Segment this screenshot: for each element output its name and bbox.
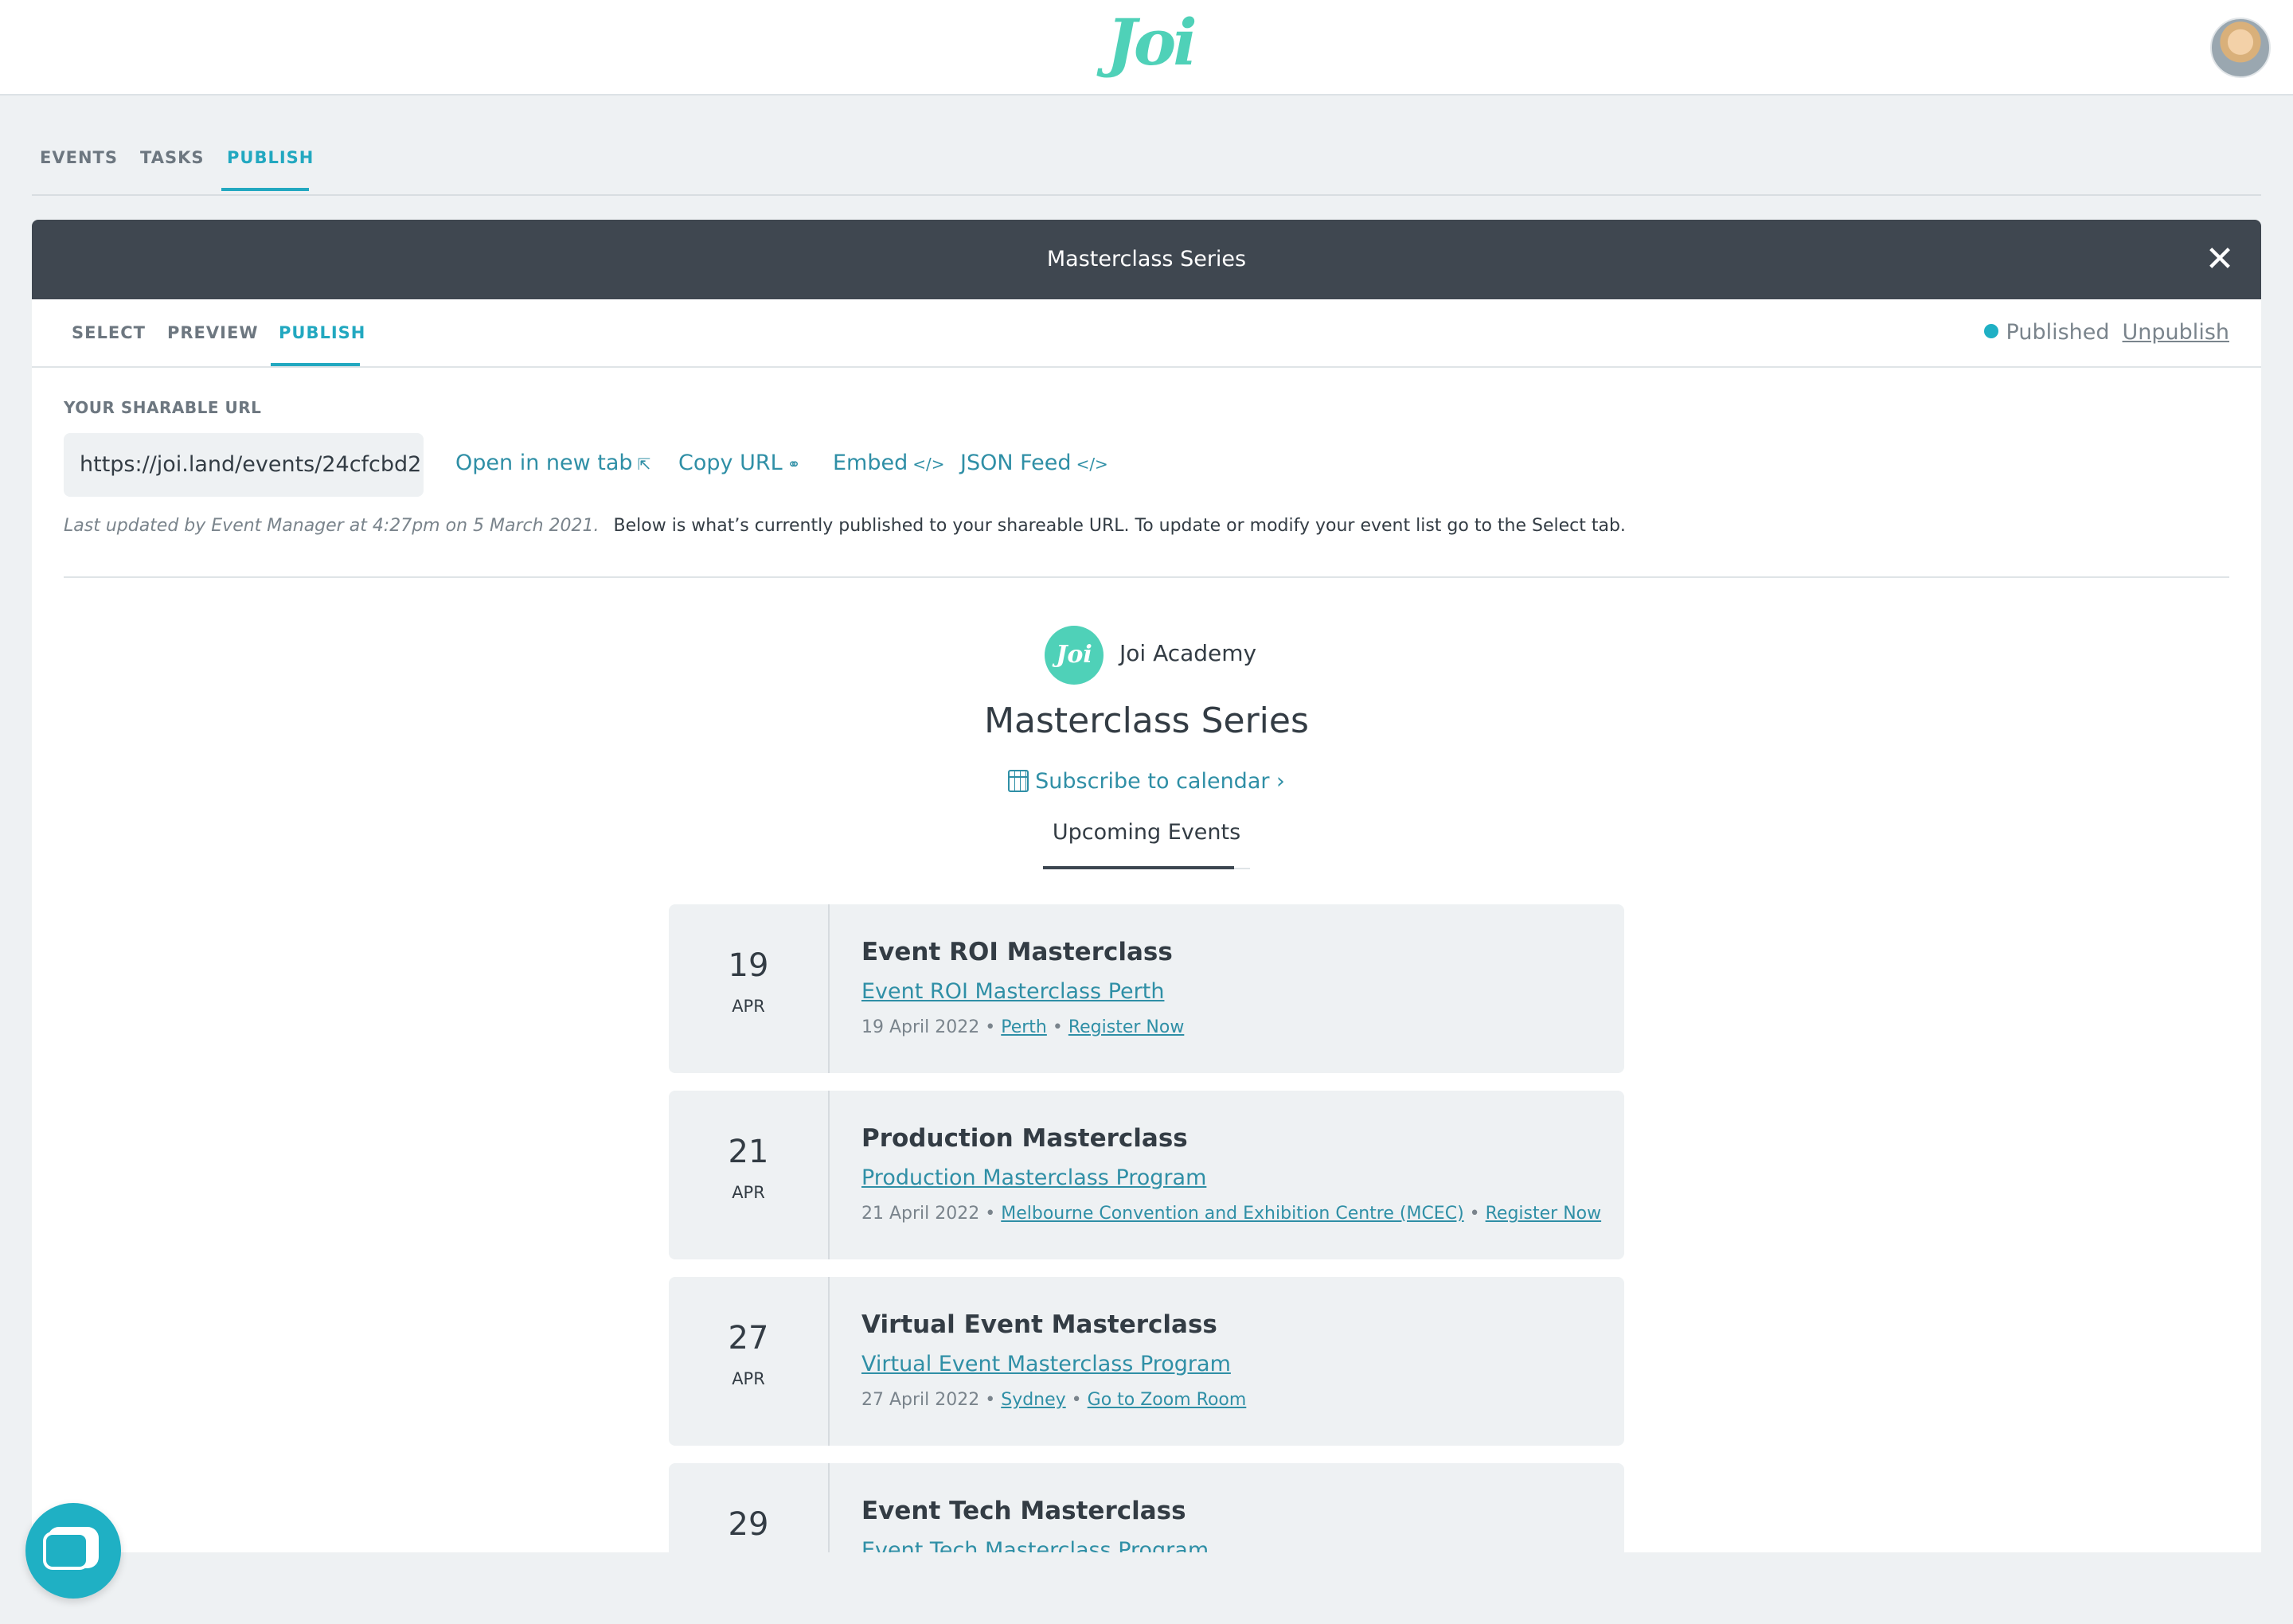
- json-feed-label: JSON Feed: [960, 451, 1072, 475]
- event-month: APR: [732, 1369, 765, 1388]
- close-icon[interactable]: ✕: [2194, 234, 2245, 285]
- status-label: Published: [2006, 320, 2110, 345]
- top-bar: Joi: [0, 0, 2293, 96]
- event-date: 29: [669, 1463, 830, 1552]
- embed-label: Embed: [833, 451, 908, 475]
- event-date: 19 APR: [669, 904, 830, 1073]
- published-page-title: Masterclass Series: [984, 701, 1309, 741]
- open-in-new-tab-label: Open in new tab: [455, 451, 633, 475]
- calendar-icon: [1008, 770, 1029, 792]
- last-updated-text: Last updated by Event Manager at 4:27pm …: [64, 516, 600, 536]
- publish-panel: Masterclass Series ✕ SELECT PREVIEW PUBL…: [32, 220, 2261, 1552]
- event-meta: 19 April 2022 • Perth • Register Now: [861, 1017, 1185, 1037]
- event-program-link[interactable]: Event Tech Masterclass Program: [861, 1538, 1209, 1552]
- event-date-text: 21 April 2022: [861, 1204, 980, 1224]
- event-program-link[interactable]: Virtual Event Masterclass Program: [861, 1352, 1231, 1376]
- event-card: 29 Event Tech Masterclass Event Tech Mas…: [669, 1463, 1624, 1552]
- event-action-link[interactable]: Go to Zoom Room: [1088, 1390, 1247, 1410]
- event-location-link[interactable]: Sydney: [1001, 1390, 1065, 1410]
- tab-tasks[interactable]: TASKS: [140, 148, 204, 167]
- event-card: 21 APR Production Masterclass Production…: [669, 1091, 1624, 1259]
- event-meta: 27 April 2022 • Sydney • Go to Zoom Room: [861, 1390, 1247, 1410]
- event-action-link[interactable]: Register Now: [1068, 1017, 1184, 1037]
- event-day: 21: [728, 1134, 769, 1170]
- event-meta: 21 April 2022 • Melbourne Convention and…: [861, 1204, 1602, 1224]
- event-program-link[interactable]: Production Masterclass Program: [861, 1165, 1206, 1190]
- url-label: YOUR SHARABLE URL: [64, 398, 262, 417]
- copy-url-label: Copy URL: [678, 451, 783, 475]
- event-month: APR: [732, 1183, 765, 1202]
- tab-events[interactable]: EVENTS: [40, 148, 118, 167]
- unpublish-link[interactable]: Unpublish: [2123, 320, 2229, 345]
- panel-tabs: SELECT PREVIEW PUBLISH Published Unpublis…: [32, 299, 2261, 368]
- event-day: 27: [728, 1320, 769, 1357]
- open-in-new-tab-link[interactable]: Open in new tab ⇱: [455, 451, 650, 475]
- event-title: Virtual Event Masterclass: [861, 1310, 1217, 1339]
- event-card: 19 APR Event ROI Masterclass Event ROI M…: [669, 904, 1624, 1073]
- status-dot-icon: [1983, 324, 1998, 338]
- active-tab-indicator: [221, 188, 309, 191]
- json-feed-link[interactable]: JSON Feed </>: [960, 451, 1108, 475]
- event-title: Event ROI Masterclass: [861, 938, 1173, 966]
- external-link-icon: ⇱: [637, 455, 651, 474]
- tab-divider: [1234, 868, 1250, 869]
- joi-logo[interactable]: Joi: [1107, 5, 1197, 80]
- event-day: 19: [728, 947, 769, 984]
- tab-panel-publish[interactable]: PUBLISH: [279, 323, 365, 342]
- event-date-text: 27 April 2022: [861, 1390, 980, 1410]
- event-date: 21 APR: [669, 1091, 830, 1259]
- code-icon: </>: [1076, 455, 1108, 474]
- tab-select[interactable]: SELECT: [72, 323, 146, 342]
- chat-widget-button[interactable]: [25, 1503, 121, 1599]
- event-title: Event Tech Masterclass: [861, 1497, 1186, 1525]
- event-location-link[interactable]: Melbourne Convention and Exhibition Cent…: [1001, 1204, 1463, 1224]
- event-action-link[interactable]: Register Now: [1486, 1204, 1601, 1224]
- org-logo: Joi: [1045, 626, 1104, 685]
- publish-status: Published Unpublish: [1983, 320, 2229, 345]
- event-day: 29: [728, 1506, 769, 1543]
- subscribe-to-calendar-link[interactable]: Subscribe to calendar ›: [32, 769, 2261, 794]
- main-tabs: EVENTS TASKS PUBLISH: [32, 127, 2261, 196]
- event-title: Production Masterclass: [861, 1124, 1188, 1153]
- divider: [64, 576, 2229, 578]
- active-subtab-indicator: [271, 363, 360, 366]
- event-date: 27 APR: [669, 1277, 830, 1446]
- tab-upcoming-events[interactable]: Upcoming Events: [1043, 820, 1250, 845]
- sharable-url-field[interactable]: https://joi.land/events/24cfcbd2: [64, 433, 424, 497]
- user-avatar[interactable]: [2210, 18, 2271, 78]
- copy-url-link[interactable]: Copy URL ⚭: [678, 451, 800, 475]
- event-program-link[interactable]: Event ROI Masterclass Perth: [861, 979, 1164, 1004]
- tab-preview[interactable]: PREVIEW: [167, 323, 258, 342]
- chat-icon-front: [43, 1532, 89, 1570]
- upcoming-tab-indicator: [1043, 866, 1234, 869]
- org-name: Joi Academy: [1119, 640, 1257, 666]
- embed-link[interactable]: Embed </>: [833, 451, 945, 475]
- subscribe-label: Subscribe to calendar ›: [1035, 769, 1285, 794]
- link-icon: ⚭: [787, 455, 801, 474]
- panel-header: Masterclass Series ✕: [32, 220, 2261, 299]
- code-icon: </>: [912, 455, 945, 474]
- panel-title: Masterclass Series: [1046, 247, 1247, 271]
- event-location-link[interactable]: Perth: [1001, 1017, 1047, 1037]
- event-month: APR: [732, 997, 765, 1016]
- tab-publish[interactable]: PUBLISH: [227, 148, 314, 167]
- publish-info-text: Below is what’s currently published to y…: [613, 516, 1626, 536]
- publish-info: Last updated by Event Manager at 4:27pm …: [64, 516, 1626, 536]
- event-card: 27 APR Virtual Event Masterclass Virtual…: [669, 1277, 1624, 1446]
- event-date-text: 19 April 2022: [861, 1017, 980, 1037]
